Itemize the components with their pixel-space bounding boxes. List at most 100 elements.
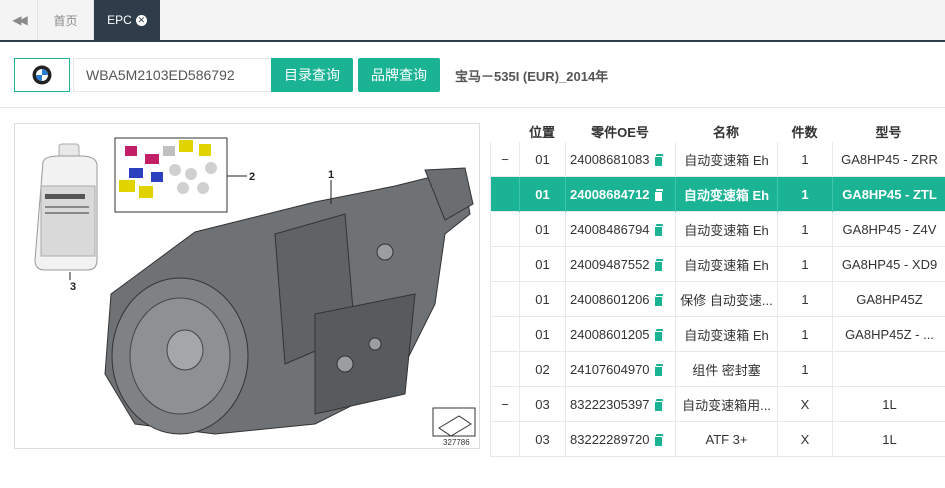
row-model: 1L xyxy=(882,397,897,412)
copy-icon[interactable] xyxy=(653,364,663,377)
scroll-tabs-left-button[interactable]: ◀◀ xyxy=(0,0,38,40)
row-part: 24009487552 xyxy=(566,247,676,282)
row-model: GA8HP45 - ZTL xyxy=(842,187,937,202)
row-toggle[interactable]: − xyxy=(491,387,520,422)
row-name: 保修 自动变速... xyxy=(676,282,778,317)
table-row[interactable]: 01 24008601205 自动变速箱 Eh 1 GA8HP45Z - ... xyxy=(490,317,945,352)
row-pos: 03 xyxy=(520,422,566,457)
tab-home[interactable]: 首页 xyxy=(38,0,94,40)
copy-icon[interactable] xyxy=(653,294,663,307)
row-qty: 1 xyxy=(778,212,833,247)
row-part-number: 24008486794 xyxy=(570,222,650,237)
row-part-number: 83222305397 xyxy=(570,397,650,412)
table-row[interactable]: 01 24009487552 自动变速箱 Eh 1 GA8HP45 - XD9 xyxy=(490,247,945,282)
table-row[interactable]: 01 24008601206 保修 自动变速... 1 GA8HP45Z xyxy=(490,282,945,317)
brand-search-button[interactable]: 品牌查询 xyxy=(358,58,440,92)
row-name: 自动变速箱 Eh xyxy=(676,177,778,212)
row-model: GA8HP45Z - ... xyxy=(845,327,934,342)
table-row[interactable]: − 01 24008681083 自动变速箱 Eh 1 GA8HP45 - ZR… xyxy=(490,142,945,177)
row-name: 自动变速箱 Eh xyxy=(676,212,778,247)
ref-box xyxy=(432,407,476,437)
row-qty: 1 xyxy=(778,282,833,317)
row-toggle[interactable] xyxy=(491,247,520,282)
row-qty: 1 xyxy=(778,317,833,352)
row-pos: 01 xyxy=(520,282,566,317)
table-row[interactable]: 01 24008486794 自动变速箱 Eh 1 GA8HP45 - Z4V xyxy=(490,212,945,247)
copy-icon[interactable] xyxy=(653,224,663,237)
row-part: 24008601206 xyxy=(566,282,676,317)
header-qty[interactable]: 件数 xyxy=(777,122,832,141)
row-name-text: 组件 密封塞 xyxy=(692,363,761,378)
row-name-text: ATF 3+ xyxy=(705,432,748,447)
row-model: GA8HP45 - ZRR xyxy=(841,152,938,167)
row-toggle[interactable] xyxy=(491,212,520,247)
row-part: 24008684712 xyxy=(566,177,676,212)
row-part-number: 24008684712 xyxy=(570,187,650,202)
copy-icon[interactable] xyxy=(653,329,663,342)
row-pos: 01 xyxy=(520,177,566,212)
header-name[interactable]: 名称 xyxy=(675,122,777,141)
row-name-text: 自动变速箱用... xyxy=(682,398,771,413)
table-row[interactable]: − 03 83222305397 自动变速箱用... X 1L xyxy=(490,387,945,422)
row-model: 1L xyxy=(882,432,897,447)
row-part: 83222289720 xyxy=(566,422,676,457)
callout-3[interactable]: 3 xyxy=(70,281,76,293)
header-part[interactable]: 零件OE号 xyxy=(565,122,675,141)
row-qty: 1 xyxy=(778,177,833,212)
row-toggle[interactable] xyxy=(491,282,520,317)
row-toggle[interactable] xyxy=(491,422,520,457)
row-part: 24107604970 xyxy=(566,352,676,387)
row-qty: X xyxy=(778,422,833,457)
ref-number: 327786 xyxy=(443,438,470,447)
callout-1[interactable]: 1 xyxy=(328,169,334,181)
table-row-selected[interactable]: 01 24008684712 自动变速箱 Eh 1 GA8HP45 - ZTL xyxy=(490,177,945,212)
tab-epc[interactable]: EPC ✕ xyxy=(94,0,160,40)
oil-bottle-image xyxy=(34,143,98,271)
row-toggle[interactable] xyxy=(491,352,520,387)
row-model: GA8HP45Z xyxy=(856,292,923,307)
row-part: 24008601205 xyxy=(566,317,676,352)
row-name: 自动变速箱 Eh xyxy=(676,142,778,177)
row-qty: 1 xyxy=(778,142,833,177)
table-row[interactable]: 02 24107604970 组件 密封塞 1 xyxy=(490,352,945,387)
tab-bar: ◀◀ 首页 EPC ✕ xyxy=(0,0,945,42)
row-toggle[interactable] xyxy=(491,177,520,212)
transmission-diagram: 3 2 1 327786 xyxy=(34,137,476,447)
copy-icon[interactable] xyxy=(653,154,663,167)
brand-select-button[interactable] xyxy=(14,58,70,92)
double-chevron-left-icon: ◀◀ xyxy=(12,13,28,27)
row-model xyxy=(833,352,945,387)
row-name-text: 自动变速箱 Eh xyxy=(684,328,769,343)
row-name-text: 自动变速箱 Eh xyxy=(684,258,769,273)
row-part-number: 24107604970 xyxy=(570,362,650,377)
copy-icon[interactable] xyxy=(653,434,663,447)
close-icon[interactable]: ✕ xyxy=(135,14,147,26)
row-pos: 01 xyxy=(520,317,566,352)
divider xyxy=(0,107,945,108)
callout-2[interactable]: 2 xyxy=(249,171,255,183)
row-name: 组件 密封塞 xyxy=(676,352,778,387)
row-toggle[interactable]: − xyxy=(491,142,520,177)
row-toggle[interactable] xyxy=(491,317,520,352)
seal-plug-kit-image xyxy=(114,137,228,213)
parts-illustration[interactable]: 3 2 1 327786 xyxy=(14,123,480,449)
copy-icon[interactable] xyxy=(653,189,663,202)
copy-icon[interactable] xyxy=(653,259,663,272)
header-pos[interactable]: 位置 xyxy=(519,122,565,141)
row-part-number: 24008681083 xyxy=(570,152,650,167)
row-part: 24008486794 xyxy=(566,212,676,247)
parts-table-header: 位置 零件OE号 名称 件数 型号 xyxy=(490,118,945,142)
vehicle-title: 宝马－535I (EUR)_2014年 xyxy=(455,69,609,84)
row-model: GA8HP45 - XD9 xyxy=(841,257,938,272)
table-row[interactable]: 03 83222289720 ATF 3+ X 1L xyxy=(490,422,945,457)
row-part-number: 24009487552 xyxy=(570,257,650,272)
row-part-number: 24008601205 xyxy=(570,327,650,342)
copy-icon[interactable] xyxy=(653,399,663,412)
row-name-text: 自动变速箱 Eh xyxy=(683,188,770,203)
tab-epc-label: EPC xyxy=(107,13,132,27)
row-part-number: 83222289720 xyxy=(570,432,650,447)
catalog-search-button[interactable]: 目录查询 xyxy=(271,58,353,92)
row-pos: 03 xyxy=(520,387,566,422)
header-model[interactable]: 型号 xyxy=(832,122,945,141)
vin-input[interactable] xyxy=(73,58,271,92)
